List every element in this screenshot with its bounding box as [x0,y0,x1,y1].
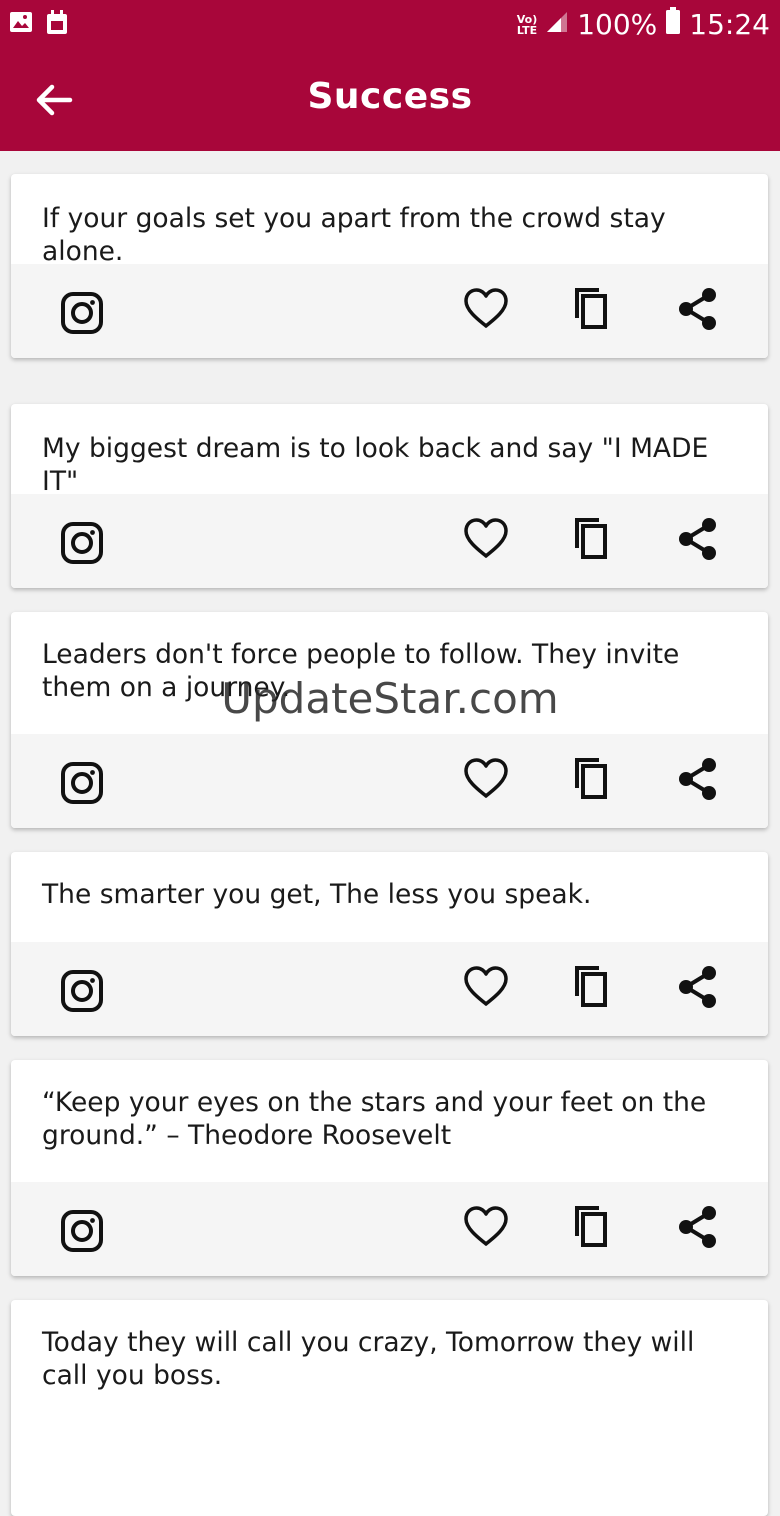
copy-button[interactable] [569,964,615,1010]
share-icon [675,964,721,1010]
copy-icon [569,964,615,1010]
share-icon [675,516,721,562]
favorite-button[interactable] [463,1204,509,1250]
network-type: Vo) LTE [516,12,538,37]
gallery-notification-icon [8,9,34,42]
share-button[interactable] [675,964,721,1010]
quote-actions [11,1182,768,1276]
quote-actions [11,942,768,1036]
quote-card: Leaders don't force people to follow. Th… [11,612,768,828]
heart-icon [463,964,509,1010]
app-bar: Success [0,46,780,151]
instagram-icon [59,968,105,1014]
quote-text: Leaders don't force people to follow. Th… [42,639,680,703]
heart-icon [463,1204,509,1250]
signal-icon [545,8,569,41]
instagram-button[interactable] [59,760,105,806]
copy-icon [569,1204,615,1250]
share-button[interactable] [675,1204,721,1250]
quote-text: Today they will call you crazy, Tomorrow… [42,1327,695,1391]
heart-icon [463,756,509,802]
quote-card: Today they will call you crazy, Tomorrow… [11,1300,768,1516]
status-bar: Vo) LTE 100% 15:24 [0,0,780,46]
calendar-notification-icon [44,9,70,42]
copy-icon [569,756,615,802]
quote-text: If your goals set you apart from the cro… [42,203,666,267]
quote-text: “Keep your eyes on the stars and your fe… [42,1087,707,1151]
quote-card: If your goals set you apart from the cro… [11,174,768,358]
share-button[interactable] [675,756,721,802]
heart-icon [463,286,509,332]
favorite-button[interactable] [463,286,509,332]
copy-icon [569,286,615,332]
instagram-button[interactable] [59,968,105,1014]
instagram-button[interactable] [59,1208,105,1254]
battery-icon [665,7,681,42]
quote-card: “Keep your eyes on the stars and your fe… [11,1060,768,1276]
copy-button[interactable] [569,516,615,562]
instagram-button[interactable] [59,520,105,566]
favorite-button[interactable] [463,756,509,802]
quote-card: My biggest dream is to look back and say… [11,404,768,588]
clock: 15:24 [689,8,770,41]
share-icon [675,756,721,802]
favorite-button[interactable] [463,516,509,562]
instagram-icon [59,1208,105,1254]
quote-text: My biggest dream is to look back and say… [42,433,709,497]
instagram-icon [59,290,105,336]
share-icon [675,1204,721,1250]
quote-actions [11,494,768,588]
favorite-button[interactable] [463,964,509,1010]
quote-actions [11,734,768,828]
quote-text: The smarter you get, The less you speak. [42,879,592,910]
copy-button[interactable] [569,286,615,332]
quote-actions [11,264,768,358]
instagram-icon [59,520,105,566]
quote-card: The smarter you get, The less you speak. [11,852,768,1036]
page-title: Success [307,76,473,117]
heart-icon [463,516,509,562]
instagram-button[interactable] [59,290,105,336]
share-button[interactable] [675,286,721,332]
share-icon [675,286,721,332]
battery-level: 100% [577,8,658,41]
instagram-icon [59,760,105,806]
copy-button[interactable] [569,1204,615,1250]
copy-icon [569,516,615,562]
copy-button[interactable] [569,756,615,802]
share-button[interactable] [675,516,721,562]
